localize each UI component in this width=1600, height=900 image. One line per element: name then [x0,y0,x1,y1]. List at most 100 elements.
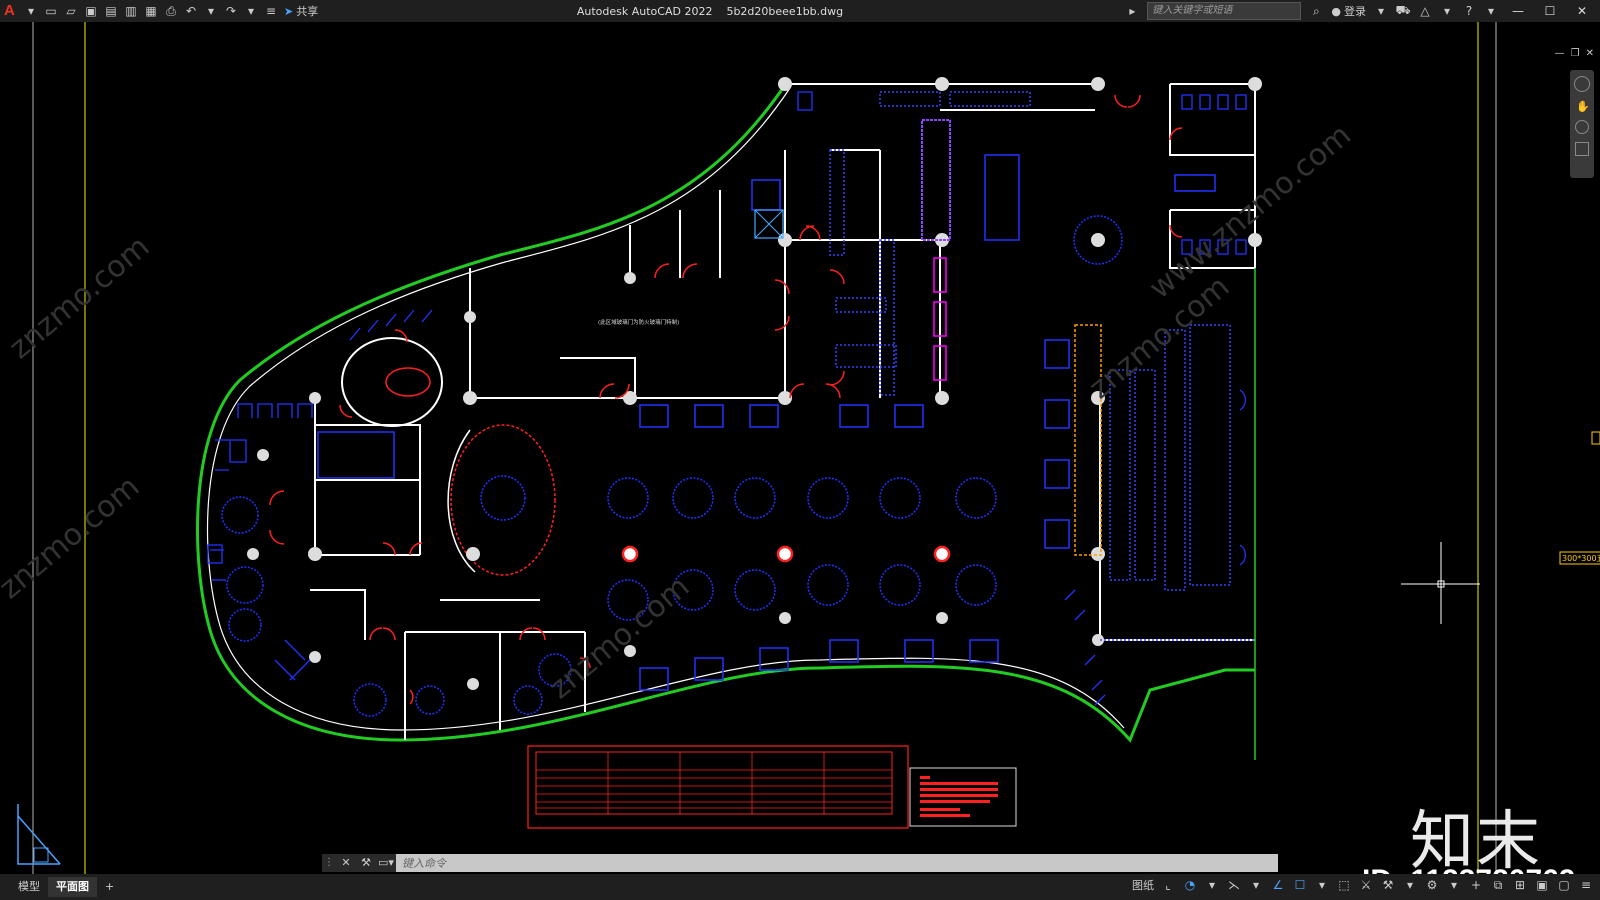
quick-properties-icon[interactable]: ⊞ [1512,877,1528,893]
tab-layout-plan[interactable]: 平面图 [48,877,97,897]
command-input[interactable]: 键入命令 [396,855,1278,871]
crosshair-cursor [1401,542,1480,624]
command-customize-icon[interactable]: ⚒ [356,854,376,872]
outer-wall-inner [206,87,1125,731]
steering-wheel-icon[interactable] [1574,76,1590,92]
annotation-visibility-icon[interactable]: ⚔ [1358,877,1374,893]
isodraft-icon[interactable]: ⋋ [1226,877,1242,893]
object-snap-tracking-icon[interactable]: ∠ [1270,877,1286,893]
purple-shelf [921,119,951,241]
user-icon: ● [1331,4,1341,18]
close-icon[interactable]: ✕ [1570,4,1594,18]
floor-plan-drawing: (此区域玻璃门为防火玻璃门特制) 300*300五孔 [0,22,1600,874]
viewport-restore-icon[interactable]: ❐ [1571,48,1580,59]
room-note: (此区域玻璃门为防火玻璃门特制) [598,318,679,326]
drawing-canvas[interactable]: (此区域玻璃门为防火玻璃门特制) 300*300五孔 [0,22,1600,897]
square-tables [317,154,1216,691]
legend-table-grid [536,752,892,814]
auto-scale-icon[interactable]: ⚒ [1380,877,1396,893]
help-dropdown-icon[interactable]: ▾ [1484,4,1498,18]
app-menu-chevron-icon[interactable]: ▾ [24,4,38,18]
pan-icon[interactable]: ✋ [1576,100,1590,113]
share-button[interactable]: ➤ 共享 [284,3,318,19]
search-icon[interactable]: ⌕ [1309,4,1323,18]
redo-dropdown-icon[interactable]: ▾ [244,4,258,18]
undo-icon[interactable]: ↶ [184,4,198,18]
maximize-icon[interactable]: ☐ [1538,4,1562,18]
command-line: ⋮ ✕ ⚒ ▭▾ 键入命令 [322,854,1278,872]
zoom-icon[interactable] [1575,120,1589,134]
annotation-scale-dropdown-icon[interactable]: ▾ [1402,877,1418,893]
walls [310,83,1256,760]
share-icon: ➤ [284,4,294,18]
object-snap-dropdown-icon[interactable]: ▾ [1314,877,1330,893]
share-label: 共享 [296,5,319,18]
polar-tracking-icon[interactable]: ◔ [1182,877,1198,893]
workspace-gear-icon[interactable]: ⚙ [1424,877,1440,893]
tab-model[interactable]: 模型 [10,877,48,897]
a360-dropdown-icon[interactable]: ▾ [1440,4,1454,18]
open-web-icon[interactable]: ▥ [124,4,138,18]
save-icon[interactable]: ▣ [84,4,98,18]
banquette-seating [207,309,1246,706]
polar-dropdown-icon[interactable]: ▾ [1204,877,1220,893]
object-snap-icon[interactable]: ☐ [1292,877,1308,893]
orbit-icon[interactable] [1575,142,1589,156]
notes-lines [920,776,998,817]
legend-table [535,751,893,815]
svg-text:znzmo.com: znzmo.com [0,469,146,606]
isodraft-dropdown-icon[interactable]: ▾ [1248,877,1264,893]
autocad-logo-icon[interactable]: A [4,3,18,19]
undo-dropdown-icon[interactable]: ▾ [204,4,218,18]
save-as-icon[interactable]: ▤ [104,4,118,18]
round-tables [221,215,1123,717]
snap-mode-icon[interactable]: ⌞ [1160,877,1176,893]
clean-screen-icon[interactable]: ▢ [1556,877,1572,893]
navigation-bar[interactable]: ✋ [1570,70,1594,178]
print-icon[interactable]: ⎙ [164,4,178,18]
customization-menu-icon[interactable]: ≡ [1578,877,1594,893]
command-line-grip-icon[interactable]: ⋮ [322,854,336,872]
window-title: Autodesk AutoCAD 2022 5b2d20beee1bb.dwg [540,5,880,18]
watermark-pattern: znzmo.com znzmo.com znzmo.com znzmo.com … [0,118,1358,707]
annotation-monitor-icon[interactable]: + [1468,877,1484,893]
units-icon[interactable]: ⧉ [1490,877,1506,893]
open-folder-icon[interactable]: ▱ [64,4,78,18]
app-title: Autodesk AutoCAD 2022 [576,4,713,18]
ucs-icon [17,804,61,865]
svg-text:znzmo.com: znzmo.com [3,229,157,366]
red-ring-columns [621,545,951,563]
reception-oval [385,367,431,397]
svg-text:www.znzmo.com: www.znzmo.com [1143,118,1358,307]
search-input[interactable]: 键入关键字或短语 [1147,2,1302,20]
redo-icon[interactable]: ↷ [224,4,238,18]
title-bar: A ▾ ▭ ▱ ▣ ▤ ▥ ▦ ⎙ ↶ ▾ ↷ ▾ ≡ ➤ 共享 Autodes… [0,0,1600,22]
workspace-dropdown-icon[interactable]: ▾ [1446,877,1462,893]
a360-icon[interactable]: △ [1418,4,1432,18]
help-icon[interactable]: ? [1462,4,1476,18]
viewport-controls: — ❐ ✕ [1555,48,1594,59]
command-history-icon[interactable]: ▭▾ [376,854,396,872]
paper-space-label[interactable]: 图纸 [1132,877,1154,893]
new-file-icon[interactable]: ▭ [44,4,58,18]
svg-text:znzmo.com: znzmo.com [543,569,697,706]
search-expand-icon[interactable]: ▸ [1125,4,1139,18]
viewport-minimize-icon[interactable]: — [1555,48,1565,59]
status-bar: 模型 平面图 + 图纸 ⌞ ◔ ▾ ⋋ ▾ ∠ ☐ ▾ ⬚ ⚔ ⚒ ▾ ⚙ ▾ … [0,874,1600,900]
customize-toolbar-icon[interactable]: ≡ [264,4,278,18]
selection-cycling-icon[interactable]: ⬚ [1336,877,1352,893]
add-layout-tab-button[interactable]: + [97,877,122,897]
command-close-icon[interactable]: ✕ [336,854,356,872]
minimize-icon[interactable]: — [1506,4,1530,18]
orange-bar-counter [1074,324,1102,556]
cart-icon[interactable]: ⛟ [1395,3,1410,18]
isolate-objects-icon[interactable]: ▣ [1534,877,1550,893]
legend-table-frame [527,745,909,829]
status-toolbar: 图纸 ⌞ ◔ ▾ ⋋ ▾ ∠ ☐ ▾ ⬚ ⚔ ⚒ ▾ ⚙ ▾ + ⧉ ⊞ ▣ ▢… [1132,877,1594,893]
viewport-close-icon[interactable]: ✕ [1586,48,1594,59]
login-label: 登录 [1344,5,1366,18]
long-counters [829,91,1255,641]
plot-icon[interactable]: ▦ [144,4,158,18]
login-dropdown-icon[interactable]: ▾ [1374,4,1388,18]
login-button[interactable]: ● 登录 [1331,3,1366,19]
